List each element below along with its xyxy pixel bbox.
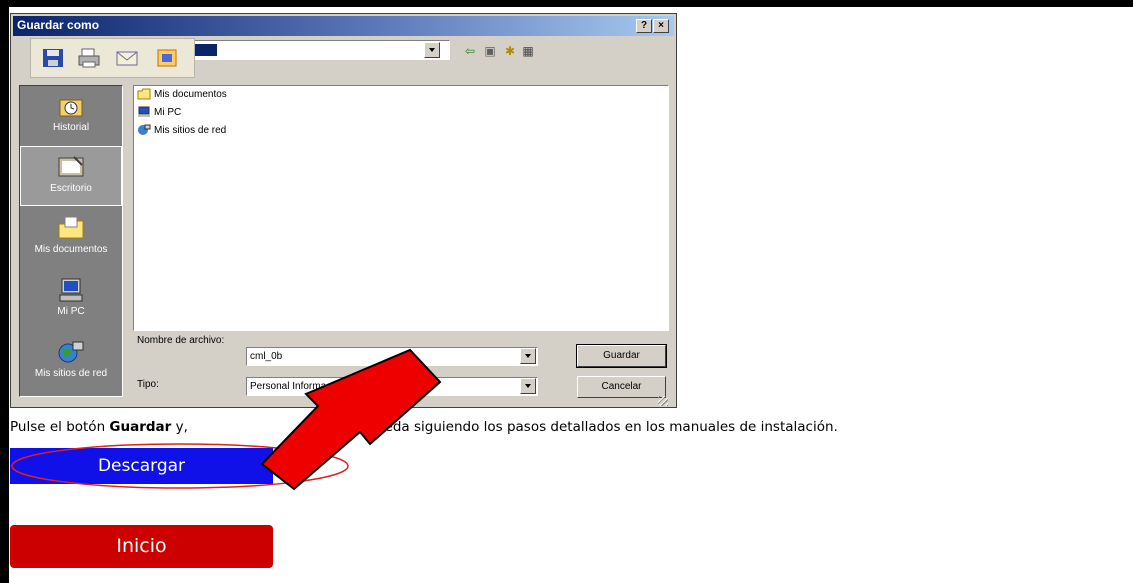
- close-button[interactable]: ×: [653, 19, 669, 33]
- place-label: Escritorio: [50, 183, 92, 194]
- file-name: Mis documentos: [154, 89, 227, 100]
- new-folder-icon[interactable]: ✱: [502, 44, 518, 58]
- type-label: Tipo:: [137, 379, 159, 390]
- instruction-part: Pulse el botón: [10, 419, 110, 435]
- help-button[interactable]: ?: [636, 19, 652, 33]
- file-name: Mi PC: [154, 107, 182, 118]
- folder-icon: [137, 88, 151, 100]
- place-label: Mi PC: [57, 306, 85, 317]
- save-button[interactable]: Guardar: [576, 344, 667, 368]
- save-in-selection: [195, 44, 217, 56]
- filename-dropdown-arrow[interactable]: [520, 348, 536, 364]
- page-border-left: [0, 0, 9, 583]
- view-menu-icon[interactable]: ▦: [520, 44, 536, 58]
- instruction-part: y,: [171, 419, 193, 435]
- resize-grip[interactable]: [658, 396, 668, 406]
- my-documents-icon: [58, 216, 84, 239]
- list-item[interactable]: Mis documentos: [137, 87, 227, 103]
- network-places-icon: [58, 341, 84, 363]
- dialog-title: Guardar como: [17, 18, 100, 32]
- place-desktop[interactable]: Escritorio: [20, 146, 122, 206]
- dialog-titlebar[interactable]: Guardar como ? ×: [13, 16, 674, 36]
- desktop-icon: [58, 156, 84, 177]
- list-item[interactable]: Mi PC: [137, 105, 181, 121]
- cancel-button[interactable]: Cancelar: [577, 376, 666, 398]
- computer-icon: [138, 106, 150, 118]
- floating-toolbar: [30, 38, 195, 78]
- print-icon[interactable]: [77, 47, 101, 69]
- file-list[interactable]: Mis documentos Mi PC Mis sitios de red: [133, 85, 669, 331]
- mail-icon[interactable]: [115, 47, 139, 69]
- annotation-arrow: [260, 348, 442, 491]
- instruction-bold: Guardar: [109, 419, 172, 435]
- places-bar: Historial Escritorio Mis documentos Mi P…: [19, 85, 123, 397]
- home-button[interactable]: Inicio: [10, 525, 273, 568]
- place-label: Mis documentos: [34, 244, 108, 255]
- filename-label: Nombre de archivo:: [137, 335, 225, 346]
- place-network[interactable]: Mis sitios de red: [20, 332, 122, 392]
- place-label: Mis sitios de red: [34, 368, 108, 379]
- place-history[interactable]: Historial: [20, 86, 122, 146]
- file-name: Mis sitios de red: [154, 125, 227, 136]
- history-icon: [59, 99, 83, 117]
- up-folder-icon[interactable]: ▣: [482, 44, 498, 58]
- save-in-dropdown-arrow[interactable]: [424, 42, 440, 58]
- place-label: Historial: [52, 122, 90, 133]
- page-border-top: [0, 0, 1133, 7]
- list-item[interactable]: Mis sitios de red: [137, 123, 226, 139]
- place-my-documents[interactable]: Mis documentos: [20, 208, 122, 268]
- save-disk-icon[interactable]: [41, 47, 65, 69]
- place-my-computer[interactable]: Mi PC: [20, 270, 122, 330]
- edit-icon[interactable]: [155, 47, 179, 69]
- save-in-combo[interactable]: [185, 40, 450, 60]
- my-computer-icon: [59, 278, 83, 302]
- back-icon[interactable]: ⇦: [462, 44, 478, 58]
- network-icon: [138, 124, 151, 136]
- type-dropdown-arrow[interactable]: [520, 378, 536, 394]
